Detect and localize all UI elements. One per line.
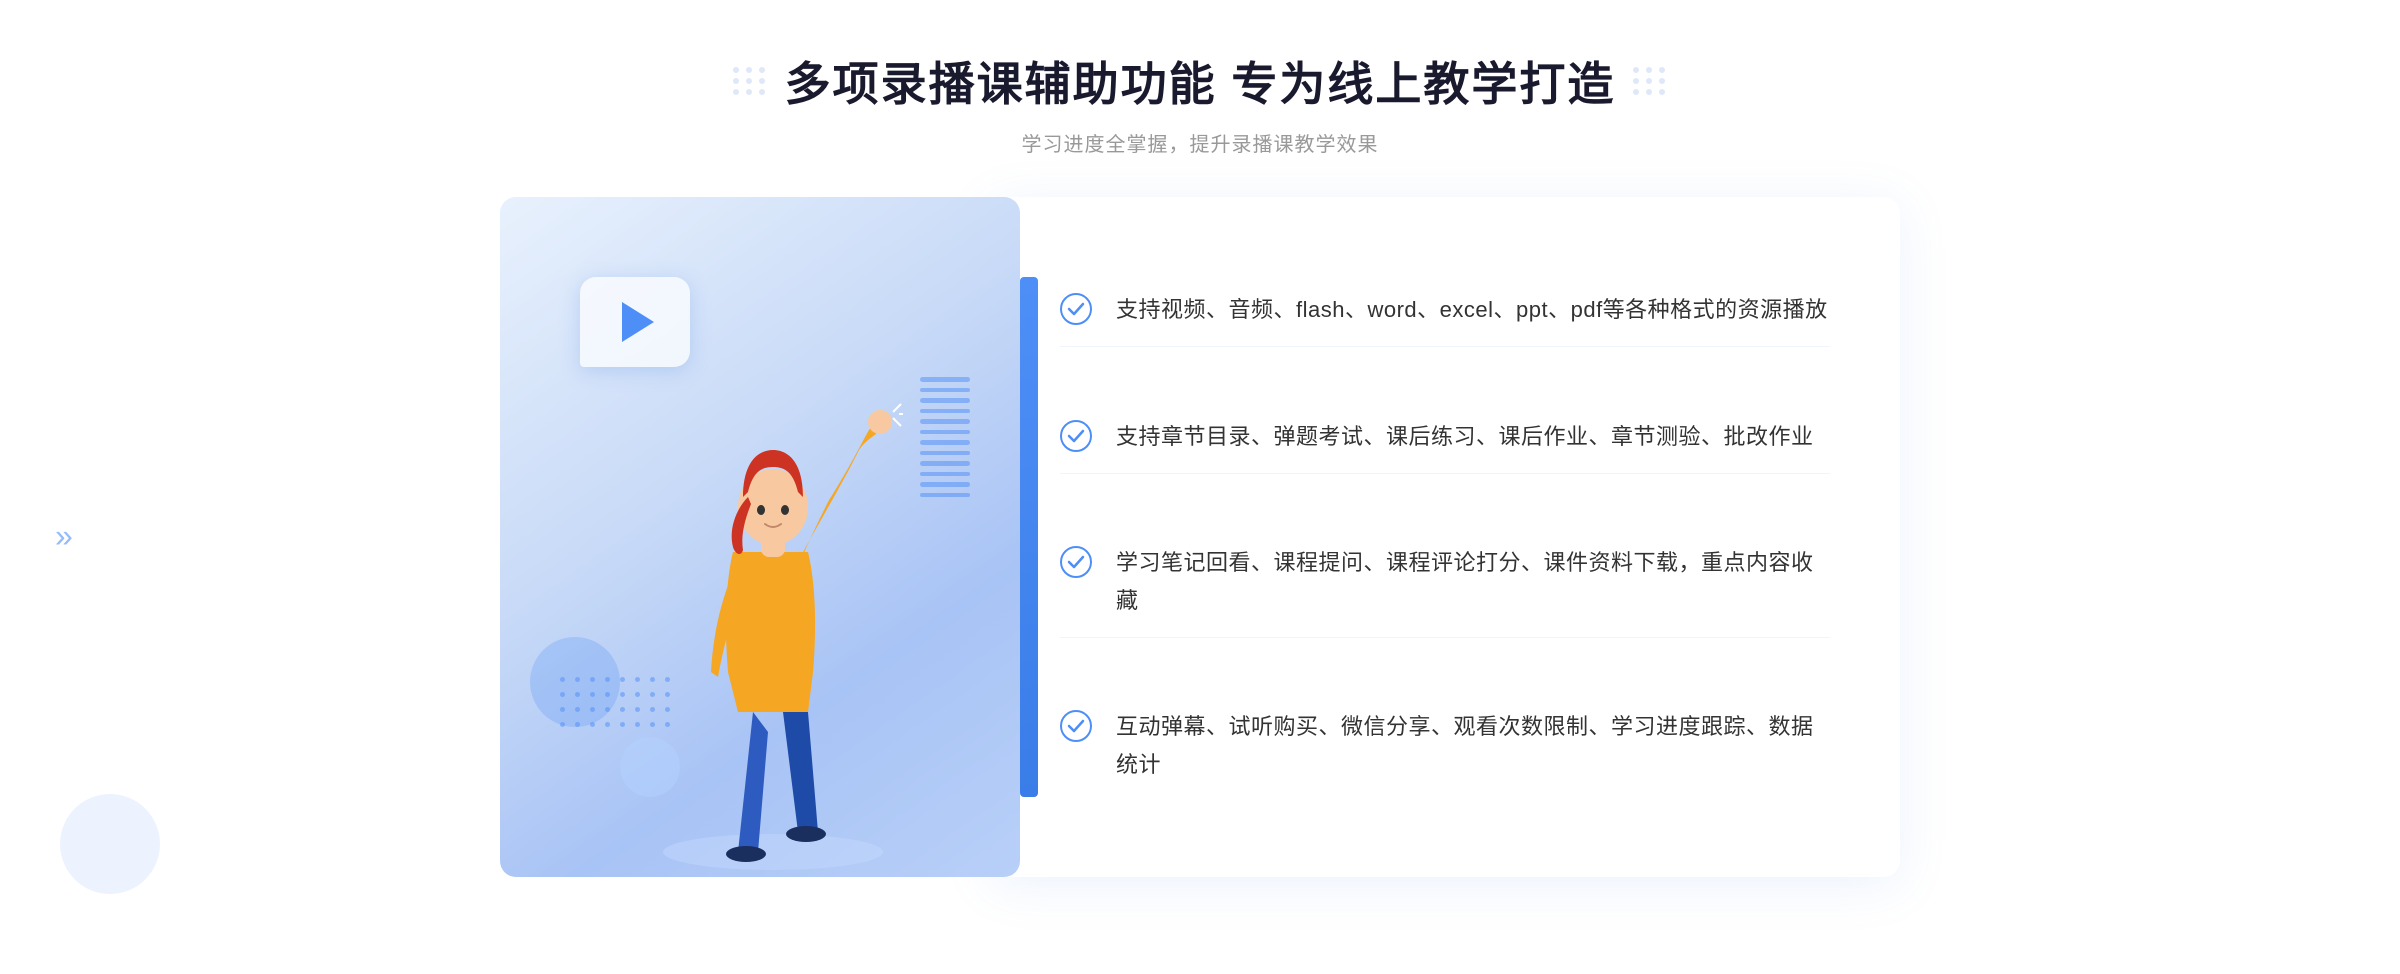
blue-accent-bar [1020,277,1038,797]
illustration-panel [500,197,1020,877]
left-arrows-decoration: » [55,517,73,554]
feature-text-3: 学习笔记回看、课程提问、课程评论打分、课件资料下载，重点内容收藏 [1116,544,1830,619]
feature-text-2: 支持章节目录、弹题考试、课后练习、课后作业、章节测验、批改作业 [1116,418,1814,455]
title-grid-left-decoration [733,67,767,95]
header-section: 多项录播课辅助功能 专为线上教学打造 学习进度全掌握，提升录播课教学效果 [733,48,1668,157]
human-figure [643,332,903,877]
feature-item-2: 支持章节目录、弹题考试、课后练习、课后作业、章节测验、批改作业 [1060,400,1830,474]
main-content: 支持视频、音频、flash、word、excel、ppt、pdf等各种格式的资源… [500,197,1900,877]
page-wrapper: 多项录播课辅助功能 专为线上教学打造 学习进度全掌握，提升录播课教学效果 [0,0,2400,974]
feature-item-1: 支持视频、音频、flash、word、excel、ppt、pdf等各种格式的资源… [1060,273,1830,347]
stripes-decoration [920,377,970,497]
check-icon-2 [1060,420,1092,452]
header-title-row: 多项录播课辅助功能 专为线上教学打造 [733,48,1668,114]
feature-text-4: 互动弹幕、试听购买、微信分享、观看次数限制、学习进度跟踪、数据统计 [1116,708,1830,783]
features-panel: 支持视频、音频、flash、word、excel、ppt、pdf等各种格式的资源… [990,197,1900,877]
page-title: 多项录播课辅助功能 专为线上教学打造 [785,48,1616,114]
check-icon-3 [1060,546,1092,578]
deco-circle-blue [530,637,620,727]
feature-item-4: 互动弹幕、试听购买、微信分享、观看次数限制、学习进度跟踪、数据统计 [1060,690,1830,801]
feature-text-1: 支持视频、音频、flash、word、excel、ppt、pdf等各种格式的资源… [1116,291,1828,328]
title-grid-right-decoration [1633,67,1667,95]
check-icon-4 [1060,710,1092,742]
check-icon-1 [1060,293,1092,325]
page-subtitle: 学习进度全掌握，提升录播课教学效果 [733,128,1668,157]
page-deco-circle [60,794,160,894]
feature-item-3: 学习笔记回看、课程提问、课程评论打分、课件资料下载，重点内容收藏 [1060,526,1830,638]
